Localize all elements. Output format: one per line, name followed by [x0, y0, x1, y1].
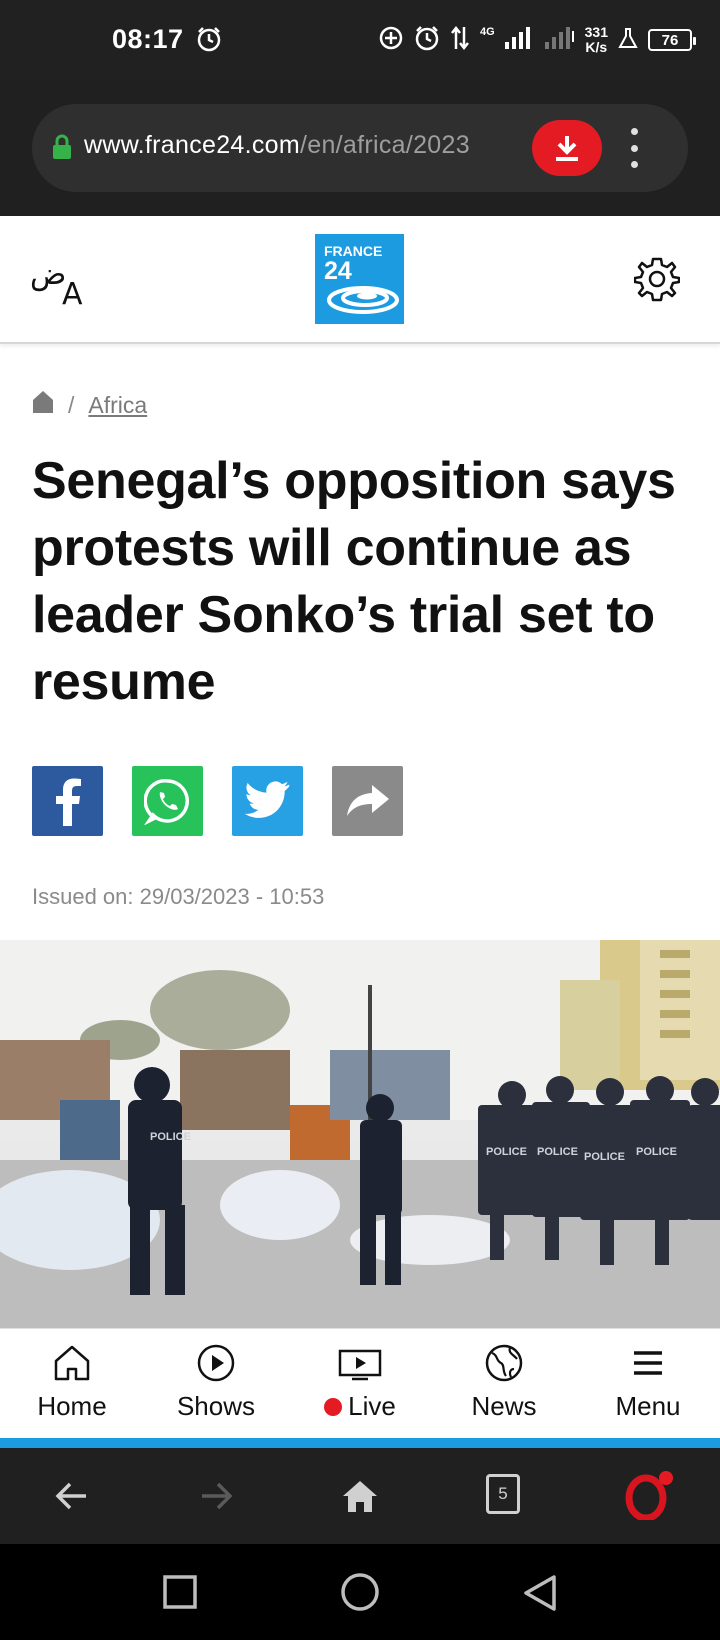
facebook-share-button[interactable] — [32, 766, 103, 836]
svg-text:ض: ض — [30, 257, 66, 292]
menu-icon — [634, 1351, 662, 1375]
opera-menu-icon[interactable] — [624, 1468, 674, 1525]
browser-menu-button[interactable] — [622, 128, 646, 168]
site-bottom-nav: Home Shows Live News Menu — [0, 1328, 720, 1440]
language-icon[interactable]: ض A — [30, 248, 94, 312]
nav-home[interactable]: Home — [0, 1329, 144, 1440]
nav-live-label: Live — [348, 1391, 396, 1421]
nav-home-label: Home — [37, 1391, 107, 1421]
tab-count: 5 — [486, 1474, 520, 1514]
url-path: /en/africa/2023 — [300, 131, 470, 159]
svg-text:POLICE: POLICE — [537, 1146, 578, 1158]
flask-icon — [618, 27, 638, 54]
nav-live[interactable]: Live — [288, 1329, 432, 1440]
breadcrumb-separator: / — [68, 391, 75, 418]
issued-date: Issued on: 29/03/2023 - 10:53 — [32, 884, 325, 909]
status-icons: 4G 331 K/s 76 — [378, 22, 696, 58]
france24-logo[interactable]: FRANCE 24 — [315, 234, 404, 324]
battery-indicator: 76 — [648, 29, 696, 51]
nav-shows[interactable]: Shows — [144, 1329, 288, 1440]
nav-news[interactable]: News — [432, 1329, 576, 1440]
article-hero-image: POLICE POLICE POLICE POLICE POLICE — [0, 940, 720, 1330]
svg-text:A: A — [62, 277, 83, 308]
brand-strip — [0, 1438, 720, 1448]
signal-icon — [504, 26, 535, 54]
data-saver-icon — [378, 25, 404, 56]
nav-menu[interactable]: Menu — [576, 1329, 720, 1440]
twitter-icon — [244, 781, 289, 818]
net-speed: 331 K/s — [584, 24, 608, 55]
home-icon[interactable] — [32, 390, 54, 420]
alarm-icon — [196, 26, 222, 57]
back-arrow-icon[interactable] — [52, 1476, 92, 1521]
settings-gear-icon[interactable] — [633, 256, 681, 307]
share-icon — [346, 785, 389, 816]
globe-icon — [485, 1344, 523, 1382]
whatsapp-icon — [143, 779, 189, 825]
home-circle-icon[interactable] — [340, 1572, 380, 1617]
twitter-share-button[interactable] — [232, 766, 303, 836]
svg-text:POLICE: POLICE — [636, 1146, 677, 1158]
browser-toolbar: 5 — [0, 1448, 720, 1544]
browser-home-icon[interactable] — [340, 1476, 380, 1521]
nav-shows-label: Shows — [176, 1391, 256, 1421]
network-type: 4G — [479, 26, 495, 38]
tv-icon — [338, 1349, 382, 1381]
breadcrumb: / Africa — [32, 388, 147, 422]
svg-text:POLICE: POLICE — [150, 1131, 191, 1143]
back-triangle-icon[interactable] — [522, 1574, 558, 1617]
svg-text:POLICE: POLICE — [584, 1151, 625, 1163]
status-time: 08:17 — [112, 24, 184, 54]
whatsapp-share-button[interactable] — [132, 766, 203, 836]
svg-text:POLICE: POLICE — [486, 1146, 527, 1158]
generic-share-button[interactable] — [332, 766, 403, 836]
recents-square-icon[interactable] — [162, 1574, 198, 1615]
share-buttons — [32, 766, 403, 836]
address-bar[interactable]: www.france24.com/en/africa/2023 — [32, 104, 688, 192]
android-nav-bar — [0, 1544, 720, 1640]
url-host: www.france24.com — [84, 131, 300, 159]
status-bar: 08:17 4G 331 K/s 76 — [0, 0, 720, 80]
download-icon — [556, 136, 578, 161]
tabs-button[interactable]: 5 — [486, 1474, 520, 1514]
forward-arrow-icon[interactable] — [196, 1476, 236, 1521]
play-icon — [197, 1344, 235, 1382]
article-title: Senegal’s opposition says protests will … — [32, 452, 676, 711]
nav-news-label: News — [471, 1391, 537, 1421]
breadcrumb-africa-link[interactable]: Africa — [88, 392, 147, 419]
browser-address-area: www.france24.com/en/africa/2023 — [0, 80, 720, 216]
download-button[interactable] — [532, 120, 602, 176]
data-transfer-icon — [450, 25, 470, 56]
alarm-icon — [414, 25, 440, 56]
live-dot-icon — [324, 1397, 343, 1416]
home-icon — [54, 1345, 90, 1381]
nav-menu-label: Menu — [615, 1391, 681, 1421]
site-header: ض A FRANCE 24 — [0, 216, 720, 344]
url-text[interactable]: www.france24.com/en/africa/2023 — [84, 131, 562, 160]
signal-weak-icon — [544, 26, 575, 54]
facebook-icon — [55, 778, 81, 826]
lock-icon — [52, 134, 72, 165]
